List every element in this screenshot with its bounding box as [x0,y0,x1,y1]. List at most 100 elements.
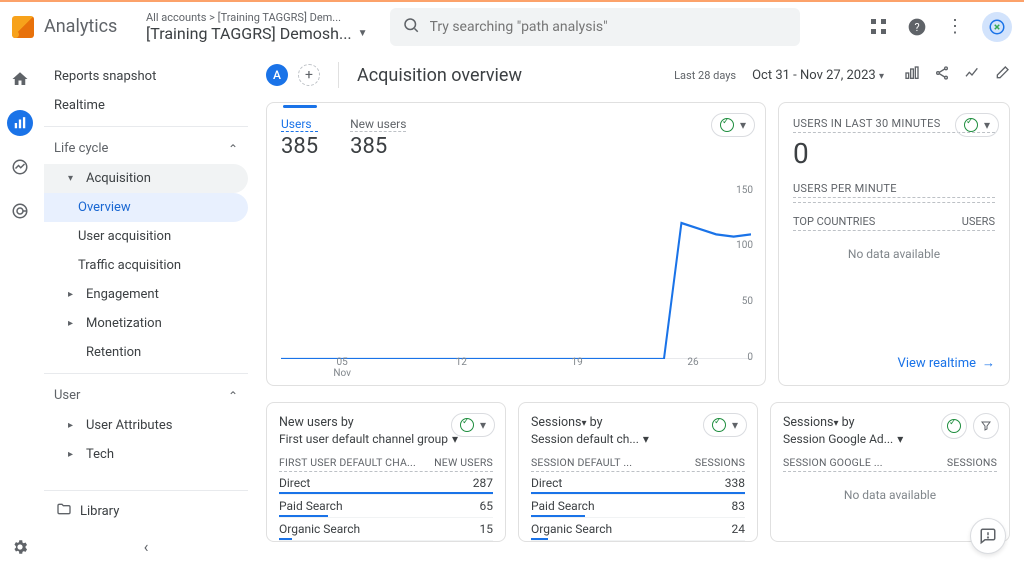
check-icon [720,118,734,132]
add-comparison-button[interactable]: + [298,64,320,86]
analytics-logo-icon [12,16,34,38]
chevron-right-icon: ▸ [68,318,82,329]
col-top-countries: TOP COUNTRIES [793,215,875,228]
metric-new-users[interactable]: New users 385 [350,117,406,159]
sidebar-item-library[interactable]: Library [44,490,248,531]
breadcrumb: All accounts > [Training TAGGRS] Dem... [146,11,368,24]
sidebar-section-user[interactable]: User ⌃ [44,380,248,411]
chevron-down-icon: ▾ [984,118,990,132]
chevron-right-icon: ▸ [68,420,82,431]
check-icon [460,418,474,432]
edit-icon[interactable] [994,65,1010,85]
no-data-message: No data available [793,247,995,261]
chevron-down-icon: ▾ [581,418,586,429]
sidebar-item-acquisition[interactable]: ▾ Acquisition [44,164,248,193]
property-name: [Training TAGGRS] Demosh... [146,24,352,43]
insights-icon[interactable] [964,65,980,85]
table-row[interactable]: Organic Search24 [531,518,745,541]
chevron-down-icon: ▾ [732,418,738,432]
col-users: USERS [962,215,995,228]
filter-button[interactable] [973,413,999,439]
apps-icon[interactable] [868,16,890,38]
table-row[interactable]: Organic Search15 [279,518,493,541]
new-users-by-channel-card: ▾ New users by First user default channe… [266,402,506,542]
sidebar-item-engagement[interactable]: ▸Engagement [44,280,248,309]
customize-icon[interactable] [904,65,920,85]
chevron-down-icon: ▾ [879,71,884,82]
chevron-down-icon: ▾ [897,432,903,446]
date-range-picker[interactable]: Oct 31 - Nov 27, 2023 ▾ [752,68,884,83]
x-axis-labels: 05Nov 12 19 26 [281,357,751,379]
reports-icon[interactable] [7,110,33,136]
main-content: A + Acquisition overview Last 28 days Oc… [252,52,1024,572]
view-realtime-link[interactable]: View realtime → [793,355,995,371]
card-options-button[interactable]: ▾ [703,413,747,437]
chevron-right-icon: ▸ [68,289,82,300]
users-per-minute-label: USERS PER MINUTE [793,182,995,198]
settings-icon[interactable] [7,534,33,560]
share-icon[interactable] [934,65,950,85]
table-row[interactable]: Direct338 [531,472,745,495]
chevron-down-icon: ▾ [68,173,82,184]
collapse-sidebar-icon[interactable]: ‹ [44,531,248,562]
help-icon[interactable]: ? [906,16,928,38]
chevron-up-icon: ⌃ [228,389,238,403]
table-row[interactable]: Direct287 [279,472,493,495]
home-icon[interactable] [7,66,33,92]
chevron-down-icon: ▾ [480,418,486,432]
logo-text: Analytics [44,16,117,37]
logo-area[interactable]: Analytics [12,16,132,38]
avatar[interactable] [982,12,1012,42]
realtime-value: 0 [793,137,995,170]
chevron-down-icon: ▾ [833,418,838,429]
sidebar-item-user-acquisition[interactable]: User acquisition [44,222,248,251]
sidebar-item-realtime[interactable]: Realtime [44,91,248,120]
sidebar-item-retention[interactable]: ▸Retention [44,338,248,367]
explore-icon[interactable] [7,154,33,180]
check-icon [964,118,978,132]
metric-label: Users [281,117,318,132]
metric-value: 385 [281,134,318,159]
users-chart-card: ▾ Users 385 New users 385 150 100 [266,102,766,386]
reports-sidebar: Reports snapshot Realtime Life cycle ⌃ ▾… [40,52,252,572]
card-options-button[interactable]: ▾ [711,113,755,137]
chevron-down-icon: ▾ [740,118,746,132]
sidebar-item-label: Realtime [54,98,105,113]
account-selector[interactable]: All accounts > [Training TAGGRS] Dem... … [146,11,368,43]
table-row[interactable]: Paid Search83 [531,495,745,518]
sessions-by-channel-card: ▾ Sessions▾ by Session default ch...▾ SE… [518,402,758,542]
search-bar[interactable] [390,8,800,46]
folder-icon [56,501,72,521]
check-icon [712,418,726,432]
check-button[interactable] [941,413,967,439]
sidebar-item-label: Reports snapshot [54,69,156,84]
check-icon [947,419,961,433]
sidebar-item-snapshot[interactable]: Reports snapshot [44,62,248,91]
search-input[interactable] [430,19,788,35]
metric-label: New users [350,117,406,132]
sidebar-item-tech[interactable]: ▸Tech [44,440,248,469]
sidebar-item-monetization[interactable]: ▸Monetization [44,309,248,338]
date-range-label: Last 28 days [674,69,736,82]
table-row[interactable]: Paid Search65 [279,495,493,518]
sidebar-item-overview[interactable]: Overview [44,193,248,222]
chevron-down-icon: ▾ [643,432,649,446]
chevron-right-icon: ▸ [68,449,82,460]
feedback-button[interactable] [970,518,1006,554]
app-header: Analytics All accounts > [Training TAGGR… [0,0,1024,52]
no-data-message: No data available [783,488,997,502]
metric-value: 385 [350,134,406,159]
metric-users[interactable]: Users 385 [281,117,318,159]
sessions-by-google-ads-card: Sessions▾ by Session Google Ad...▾ SESSI… [770,402,1010,542]
card-options-button[interactable]: ▾ [955,113,999,137]
line-chart: 150 100 50 0 [281,189,751,359]
card-options-button[interactable]: ▾ [451,413,495,437]
sidebar-item-traffic-acquisition[interactable]: Traffic acquisition [44,251,248,280]
advertising-icon[interactable] [7,198,33,224]
more-icon[interactable]: ⋮ [944,16,966,38]
sidebar-item-user-attributes[interactable]: ▸User Attributes [44,411,248,440]
chevron-down-icon: ▼ [358,28,368,39]
sidebar-section-lifecycle[interactable]: Life cycle ⌃ [44,133,248,164]
arrow-right-icon: → [982,355,995,371]
audience-chip[interactable]: A [266,64,288,86]
